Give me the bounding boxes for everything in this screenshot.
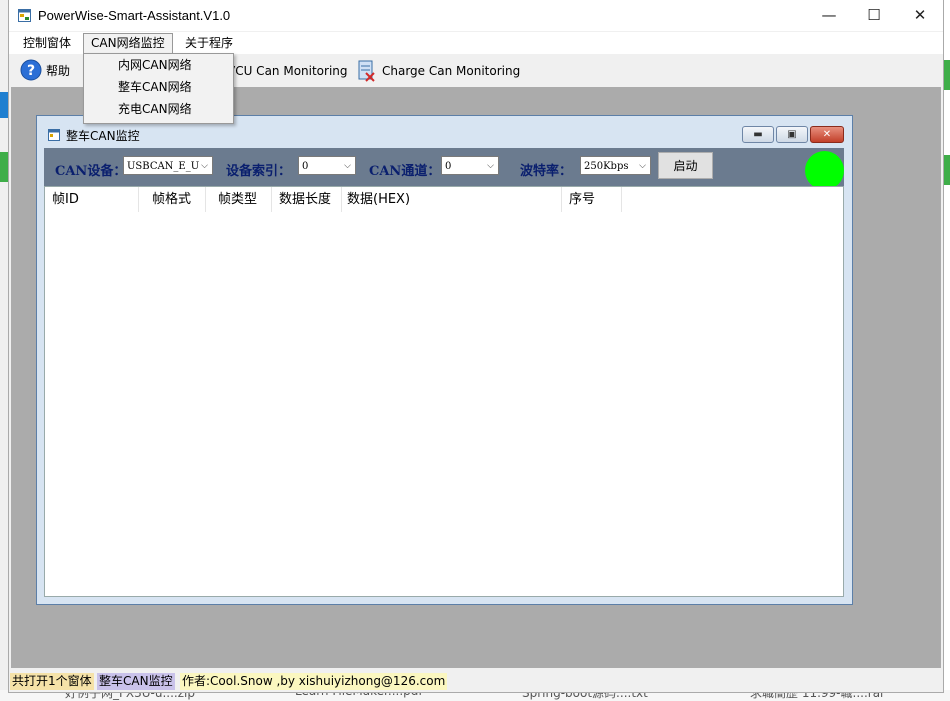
charge-monitoring-button[interactable]: Charge Can Monitoring	[382, 60, 520, 82]
help-icon[interactable]: ?	[20, 59, 42, 81]
app-icon	[18, 9, 31, 22]
active-window-label[interactable]: 整车CAN监控	[97, 673, 175, 690]
column-data-length[interactable]: 数据长度	[272, 187, 342, 212]
child-minimize-button[interactable]: ▬	[742, 126, 774, 143]
close-icon: ✕	[822, 128, 832, 140]
device-index-select[interactable]: 0 ⌵	[298, 156, 356, 175]
close-button[interactable]: ✕	[897, 0, 943, 31]
column-frame-id[interactable]: 帧ID	[45, 187, 139, 212]
can-monitoring-dropdown: 内网CAN网络 整车CAN网络 充电CAN网络	[83, 53, 234, 124]
charge-monitor-icon[interactable]	[356, 59, 378, 83]
child-close-button[interactable]: ✕	[810, 126, 844, 143]
chevron-down-icon: ⌵	[639, 161, 646, 171]
vcu-monitoring-button[interactable]: VCU Can Monitoring	[227, 60, 348, 82]
column-frame-type[interactable]: 帧类型	[206, 187, 272, 212]
chevron-down-icon: ⌵	[344, 161, 351, 171]
vehicle-can-monitor-window: 整车CAN监控 ▬ ▣ ✕ CAN设备： USBCAN_E_U ⌵ 设备索引： …	[36, 115, 853, 605]
restore-icon: ▣	[787, 128, 797, 140]
menu-can-monitoring[interactable]: CAN网络监控	[83, 33, 173, 54]
baud-rate-select[interactable]: 250Kbps ⌵	[580, 156, 651, 175]
start-button[interactable]: 启动	[658, 152, 713, 179]
menu-item-charging-can[interactable]: 充电CAN网络	[118, 100, 192, 118]
can-channel-label: CAN通道：	[369, 164, 441, 179]
child-restore-button[interactable]: ▣	[776, 126, 808, 143]
title-bar[interactable]: PowerWise-Smart-Assistant.V1.0 — ☐ ✕	[9, 0, 943, 31]
can-device-select[interactable]: USBCAN_E_U ⌵	[123, 156, 213, 175]
menu-item-vehicle-can[interactable]: 整车CAN网络	[118, 78, 192, 96]
device-index-value: 0	[302, 161, 309, 172]
can-device-label: CAN设备：	[55, 164, 127, 179]
status-bar: 共打开1个窗体 整车CAN监控 作者:Cool.Snow ,by xishuiy…	[9, 670, 943, 692]
menu-control-forms[interactable]: 控制窗体	[16, 34, 78, 52]
minimize-icon: ▬	[753, 128, 763, 140]
column-frame-format[interactable]: 帧格式	[139, 187, 206, 212]
svg-text:?: ?	[27, 63, 35, 79]
author-info: 作者:Cool.Snow ,by xishuiyizhong@126.com	[180, 673, 448, 690]
can-control-bar: CAN设备： USBCAN_E_U ⌵ 设备索引： 0 ⌵ CAN通道： 0 ⌵…	[44, 148, 844, 190]
chevron-down-icon: ⌵	[201, 161, 208, 171]
child-window-title: 整车CAN监控	[66, 129, 140, 143]
device-index-label: 设备索引：	[226, 164, 292, 179]
menu-item-internal-can[interactable]: 内网CAN网络	[118, 56, 192, 74]
can-device-value: USBCAN_E_U	[127, 161, 200, 172]
status-indicator	[805, 151, 844, 190]
help-button[interactable]: 帮助	[46, 60, 70, 82]
can-channel-value: 0	[445, 161, 452, 172]
open-window-count: 共打开1个窗体	[10, 673, 94, 690]
column-sequence[interactable]: 序号	[562, 187, 622, 212]
can-channel-select[interactable]: 0 ⌵	[441, 156, 499, 175]
chevron-down-icon: ⌵	[487, 161, 494, 171]
window-title: PowerWise-Smart-Assistant.V1.0	[38, 8, 231, 23]
baud-rate-value: 250Kbps	[584, 161, 629, 172]
menu-about[interactable]: 关于程序	[178, 34, 240, 52]
menu-bar: 控制窗体 CAN网络监控 关于程序	[9, 32, 943, 54]
can-frame-grid[interactable]: 帧ID 帧格式 帧类型 数据长度 数据(HEX) 序号	[44, 186, 844, 597]
minimize-button[interactable]: —	[806, 0, 852, 31]
child-window-icon	[48, 129, 60, 141]
maximize-button[interactable]: ☐	[851, 0, 897, 31]
baud-rate-label: 波特率：	[520, 164, 573, 179]
column-data-hex[interactable]: 数据(HEX)	[342, 187, 562, 212]
